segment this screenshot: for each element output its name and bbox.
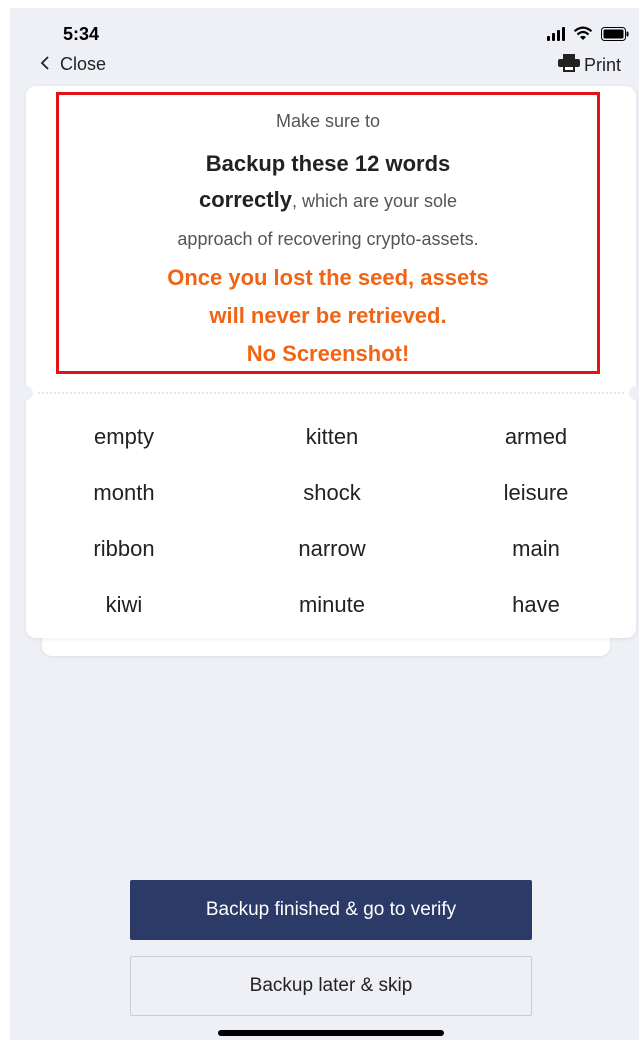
status-icons: [547, 26, 629, 41]
close-label: Close: [60, 54, 107, 74]
warning-no-screenshot: No Screenshot!: [246, 341, 410, 366]
warning-heading: Backup these 12 words: [205, 151, 451, 176]
status-time: 5:34: [63, 24, 100, 44]
card-notch-left: [19, 386, 33, 400]
close-button[interactable]: Close: [40, 54, 106, 75]
chevron-left-icon: [40, 54, 50, 75]
seed-word: ribbon: [93, 536, 155, 561]
seed-word: leisure: [503, 480, 569, 505]
verify-button[interactable]: Backup finished & go to verify: [130, 880, 532, 940]
warning-lost-seed: Once you lost the seed, assets: [167, 265, 489, 290]
seed-word: kitten: [305, 424, 359, 449]
seed-word: narrow: [298, 536, 366, 561]
skip-button[interactable]: Backup later & skip: [130, 956, 532, 1016]
print-label: Print: [583, 55, 621, 75]
seed-word: kiwi: [105, 592, 143, 617]
warning-recovering: approach of recovering crypto-assets.: [177, 229, 479, 249]
signal-icon: [547, 26, 565, 41]
wifi-icon: [573, 26, 593, 41]
warning-intro: Make sure to: [275, 111, 381, 131]
backup-warning: Make sure to Backup these 12 words corre…: [56, 92, 600, 374]
seed-word: shock: [303, 480, 361, 505]
seed-word: have: [512, 592, 560, 617]
seed-word: empty: [94, 424, 154, 449]
seed-word: minute: [298, 592, 366, 617]
seed-word: armed: [504, 424, 568, 449]
seed-word: month: [93, 480, 155, 505]
battery-icon: [601, 26, 629, 41]
print-button[interactable]: Print: [557, 54, 621, 77]
warning-correctly: correctly: [198, 187, 292, 212]
warning-sole: , which are your sole: [291, 191, 458, 211]
card-notch-right: [629, 386, 639, 400]
warning-correctly-line: correctly, which are your sole: [59, 187, 597, 213]
warning-never-retrieved: will never be retrieved.: [209, 303, 447, 328]
backup-seed-screen: 5:34 Close Print Make sure to Backup the…: [10, 8, 639, 1040]
card-divider: [38, 392, 624, 394]
printer-icon: [557, 54, 580, 77]
seed-card: Make sure to Backup these 12 words corre…: [19, 86, 639, 638]
seed-word: main: [512, 536, 560, 561]
home-indicator: [218, 1030, 444, 1036]
